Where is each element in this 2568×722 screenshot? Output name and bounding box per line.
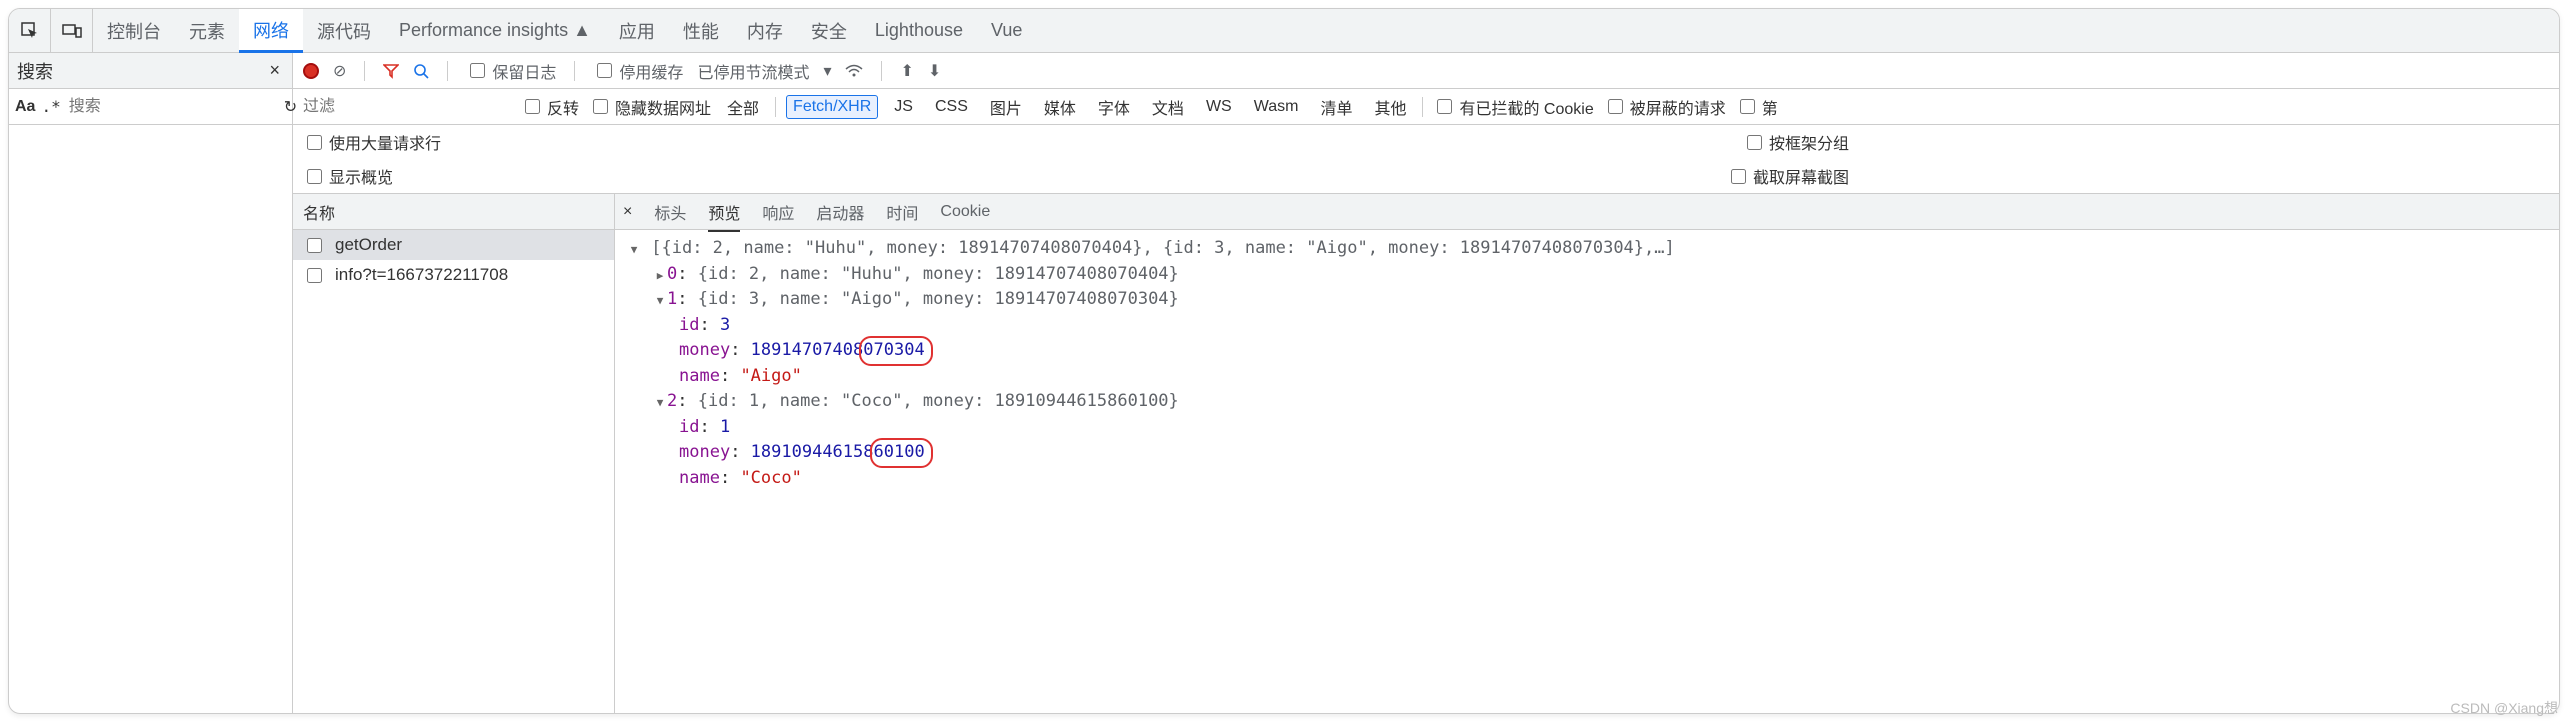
match-case-toggle[interactable]: Aa [15,98,35,116]
tab-application[interactable]: 应用 [605,9,669,52]
hide-data-urls-checkbox[interactable]: 隐藏数据网址 [589,95,711,119]
chevron-down-icon[interactable]: ▾ [823,61,831,81]
search-panel-title: 搜索 [17,58,265,84]
type-css[interactable]: CSS [929,96,974,118]
filter-input[interactable] [301,97,511,117]
detail-tab-cookies[interactable]: Cookie [940,203,990,221]
array-summary: [{id: 2, name: "Huhu", money: 1891470740… [651,238,1675,258]
record-button[interactable] [303,63,319,79]
type-js[interactable]: JS [888,96,919,118]
request-list-header: 名称 [293,194,614,230]
clear-log-icon[interactable]: ⊘ [333,61,346,81]
request-details: × 标头 预览 响应 启动器 时间 Cookie [{id: 2, name: … [615,194,2559,713]
filter-icon[interactable] [383,63,399,79]
request-row-name: getOrder [335,235,402,255]
type-all[interactable]: 全部 [721,93,765,121]
group-by-frame-checkbox[interactable]: 按框架分组 [1743,130,1849,154]
throttling-select[interactable]: 已停用节流模式 [697,59,809,83]
preview-pane[interactable]: [{id: 2, name: "Huhu", money: 1891470740… [615,230,2559,713]
request-row[interactable]: getOrder [293,230,614,260]
blocked-requests-checkbox[interactable]: 被屏蔽的请求 [1604,95,1726,119]
type-other[interactable]: 其他 [1368,93,1412,121]
detail-tab-timing[interactable]: 时间 [886,200,918,224]
show-overview-checkbox[interactable]: 显示概览 [303,164,393,188]
tab-security[interactable]: 安全 [797,9,861,52]
request-row[interactable]: info?t=1667372211708 [293,260,614,290]
download-icon[interactable]: ⬇ [928,61,941,81]
type-manifest[interactable]: 清单 [1314,93,1358,121]
blocked-cookies-checkbox[interactable]: 有已拦截的 Cookie [1433,95,1593,119]
upload-icon[interactable]: ⬆ [900,61,913,81]
type-doc[interactable]: 文档 [1146,93,1190,121]
tab-memory[interactable]: 内存 [733,9,797,52]
disable-cache-checkbox[interactable]: 停用缓存 [593,59,683,83]
request-list: 名称 getOrder info?t=1667372211708 [293,194,615,713]
filter-row: 反转 隐藏数据网址 全部 Fetch/XHR JS CSS 图片 媒体 字体 文… [293,89,2559,125]
tab-console[interactable]: 控制台 [93,9,175,52]
tab-elements[interactable]: 元素 [175,9,239,52]
device-toggle-icon[interactable] [51,9,93,52]
type-ws[interactable]: WS [1200,96,1238,118]
type-wasm[interactable]: Wasm [1248,96,1305,118]
watermark: CSDN @Xiang想 [2450,698,2558,718]
search-icon[interactable] [413,63,429,79]
third-party-checkbox[interactable]: 第 [1736,95,1778,119]
large-request-rows-checkbox[interactable]: 使用大量请求行 [303,130,441,154]
network-toolbar: ⊘ 保留日志 停用缓存 已停用节流模式 ▾ ⬆ ⬇ [293,53,2559,89]
regex-toggle[interactable]: .* [41,97,60,116]
type-fetch-xhr[interactable]: Fetch/XHR [786,95,878,119]
expand-toggle[interactable] [627,236,641,262]
panel-tabs: 控制台 元素 网络 源代码 Performance insights ▲ 应用 … [9,9,2559,53]
highlighted-digits: 60100 [874,440,925,466]
request-row-checkbox[interactable] [307,238,322,253]
tab-performance[interactable]: 性能 [669,9,733,52]
inspect-icon[interactable] [9,9,51,52]
tab-vue[interactable]: Vue [977,9,1036,52]
type-font[interactable]: 字体 [1092,93,1136,121]
request-row-name: info?t=1667372211708 [335,265,508,285]
search-input[interactable] [67,97,278,117]
tab-network[interactable]: 网络 [239,9,303,53]
request-row-checkbox[interactable] [307,268,322,283]
detail-tab-initiator[interactable]: 启动器 [816,200,864,224]
search-panel: 搜索 × Aa .* ↻ ⊘ [9,53,293,713]
highlighted-digits: 070304 [863,338,924,364]
wifi-icon[interactable] [845,64,863,78]
expand-toggle[interactable] [653,287,667,313]
expand-toggle[interactable] [653,262,667,288]
detail-tab-preview[interactable]: 预览 [708,200,740,232]
detail-tab-response[interactable]: 响应 [762,200,794,224]
capture-screenshots-checkbox[interactable]: 截取屏幕截图 [1727,164,1849,188]
close-icon[interactable]: × [265,60,284,81]
detail-tab-headers[interactable]: 标头 [654,200,686,224]
expand-toggle[interactable] [653,389,667,415]
type-img[interactable]: 图片 [984,93,1028,121]
tab-lighthouse[interactable]: Lighthouse [861,9,977,52]
tab-sources[interactable]: 源代码 [303,9,385,52]
close-details-icon[interactable]: × [623,203,632,221]
preserve-log-checkbox[interactable]: 保留日志 [466,59,556,83]
tab-performance-insights[interactable]: Performance insights ▲ [385,9,605,52]
type-media[interactable]: 媒体 [1038,93,1082,121]
invert-checkbox[interactable]: 反转 [521,95,579,119]
